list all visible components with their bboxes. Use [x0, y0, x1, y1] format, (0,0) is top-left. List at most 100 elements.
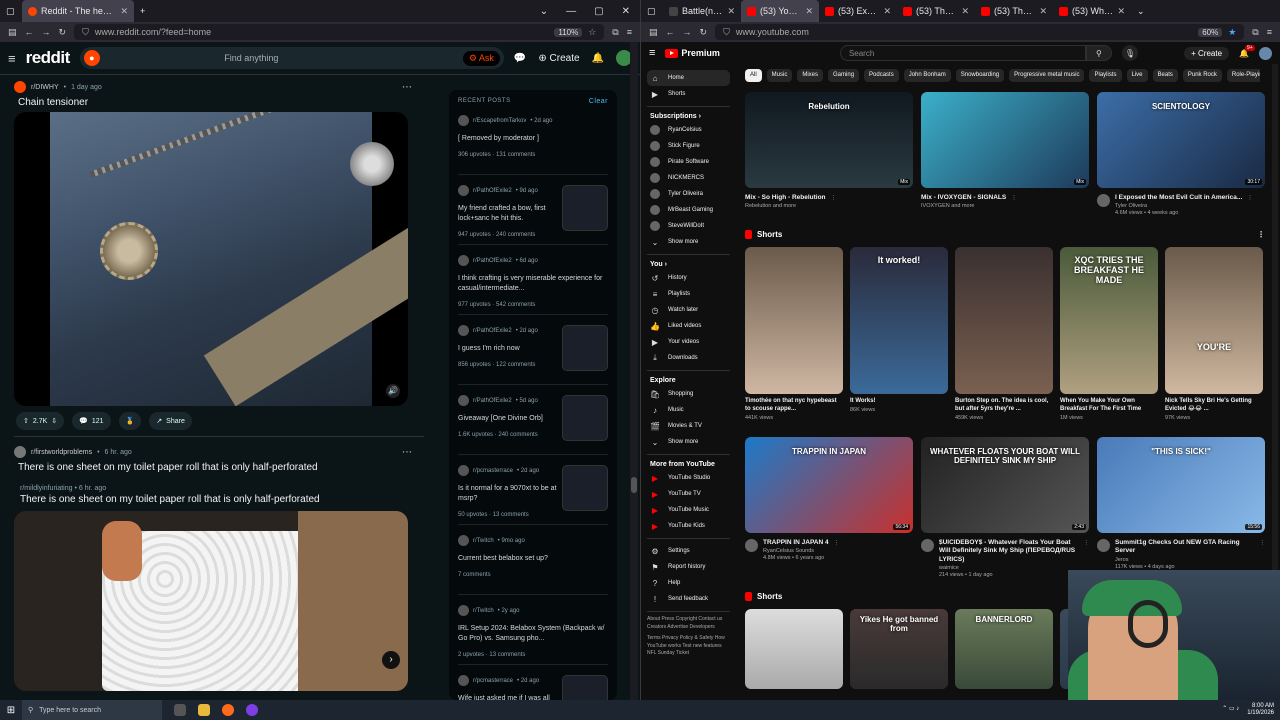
recent-post-thumbnail[interactable] [562, 675, 608, 700]
new-tab-button[interactable]: + [134, 0, 151, 22]
guide-item-history[interactable]: ↺ History [647, 270, 730, 286]
recent-post-item[interactable]: r/PathOfExile2 • 9d ago My friend crafted … [458, 185, 608, 245]
chip-role-playing-game[interactable]: Role-Playing Game [1226, 69, 1260, 82]
left-tab-list-button[interactable]: ▢ [0, 0, 22, 22]
video-card[interactable]: WHATEVER FLOATS YOUR BOAT WILL DEFINITEL… [921, 437, 1089, 578]
guide-item-stevewilldoit[interactable]: SteveWillDoIt [647, 218, 730, 234]
recent-post-title[interactable]: My friend crafted a bow, first lock+sanc… [458, 204, 558, 224]
guide-item-ryancelsius[interactable]: RyanCelsius [647, 122, 730, 138]
back-icon[interactable]: ← [25, 27, 34, 37]
guide-footer-links[interactable]: Terms Privacy Policy & Safety How YouTub… [647, 635, 730, 658]
subreddit-name[interactable]: r/Twitch [473, 538, 494, 544]
recent-post-thumbnail[interactable] [562, 465, 608, 511]
short-title[interactable]: Nick Tells Sky Bri He's Getting Evicted … [1165, 398, 1263, 414]
recent-post-item[interactable]: r/EscapefromTarkov • 2d ago [ Removed by m… [458, 115, 608, 175]
guide-item-shorts[interactable]: ▶ Shorts [647, 86, 730, 102]
next-image-icon[interactable]: › [382, 651, 400, 669]
chat-icon[interactable]: 💬 [514, 53, 526, 64]
share-button[interactable]: ↗ Share [149, 412, 192, 430]
video-card[interactable]: "THIS IS SICK!" 15:56 Summit1g Checks Out … [1097, 437, 1265, 578]
channel-avatar[interactable] [1097, 194, 1110, 207]
video-options-icon[interactable]: ⋮ [1260, 540, 1266, 570]
guide-item-your-videos[interactable]: ▶ Your videos [647, 334, 730, 350]
subreddit-name[interactable]: r/EscapefromTarkov [473, 118, 526, 124]
channel-avatar[interactable] [921, 539, 934, 553]
scrollbar-thumb[interactable] [631, 477, 637, 493]
close-tab-icon[interactable]: ✕ [120, 6, 128, 17]
bookmark-star-icon[interactable]: ★ [1228, 27, 1236, 38]
extensions-icon[interactable]: ⧉ [1252, 27, 1258, 38]
recent-post-thumbnail[interactable] [562, 395, 608, 441]
close-tab-icon[interactable]: ✕ [883, 6, 891, 17]
recent-post-title[interactable]: Giveaway [One Divine Orb] [458, 414, 558, 424]
short-thumbnail[interactable] [745, 609, 843, 690]
minimize-icon[interactable]: — [566, 6, 576, 17]
short-thumbnail[interactable]: XQC TRIES THE BREAKFAST HE MADE [1060, 247, 1158, 395]
guide-item-downloads[interactable]: ⤓ Downloads [647, 350, 730, 366]
guide-item-liked-videos[interactable]: 👍 Liked videos [647, 318, 730, 334]
menu-icon[interactable]: ≡ [1267, 27, 1272, 37]
video-card[interactable]: TRAPPIN IN JAPAN 56:34 TRAPPIN IN JAPAN 4R… [745, 437, 913, 578]
menu-icon[interactable]: ≡ [627, 27, 632, 37]
reload-icon[interactable]: ↻ [59, 27, 67, 38]
guide-item-playlists[interactable]: ≡ Playlists [647, 286, 730, 302]
guide-item-mrbeast-gaming[interactable]: MrBeast Gaming [647, 202, 730, 218]
guide-item-movies-tv[interactable]: 🎬 Movies & TV [647, 418, 730, 434]
notifications-icon[interactable]: 🔔 [592, 53, 604, 64]
volume-icon[interactable]: 🔊 [386, 384, 400, 398]
short-thumbnail[interactable]: It worked! [850, 247, 948, 395]
close-tab-icon[interactable]: ✕ [1117, 6, 1125, 17]
obs-icon[interactable] [246, 704, 258, 716]
feed-post[interactable]: r/firstworldproblems • 6 hr. ago ⋯ There… [14, 445, 424, 691]
chip-live[interactable]: Live [1126, 69, 1148, 82]
subreddit-name[interactable]: r/Twitch [473, 608, 494, 614]
post-image[interactable]: › [14, 511, 408, 691]
tab-dropdown-icon[interactable]: ⌄ [540, 6, 548, 17]
file-explorer-icon[interactable] [198, 704, 210, 716]
task-view-icon[interactable] [174, 704, 186, 716]
video-card[interactable]: Rebelution Mix Mix - So High - Rebelution R… [745, 92, 913, 216]
ask-button[interactable]: ⚙ Ask [462, 50, 500, 66]
sidebar-toggle-icon[interactable]: ▤ [8, 27, 17, 38]
right-tab-list-button[interactable]: ▢ [641, 0, 663, 22]
youtube-tab[interactable]: (53) The World ✕ [897, 0, 975, 22]
chip-mixes[interactable]: Mixes [797, 69, 824, 82]
comments-button[interactable]: 💬 121 [72, 412, 111, 430]
recent-post-title[interactable]: [ Removed by moderator ] [458, 134, 608, 144]
show-more-button[interactable]: ⌄ Show more [647, 234, 730, 250]
close-tab-icon[interactable]: ✕ [1039, 6, 1047, 17]
chip-john-bonham[interactable]: John Bonham [903, 69, 951, 82]
short-thumbnail[interactable]: Yikes He got banned from [850, 609, 948, 690]
recent-post-item[interactable]: r/Twitch • 9mo ago Current best belabox se… [458, 535, 608, 595]
guide-item-watch-later[interactable]: ◷ Watch later [647, 302, 730, 318]
chip-playlists[interactable]: Playlists [1089, 69, 1122, 82]
firefox-icon[interactable] [222, 704, 234, 716]
video-title[interactable]: Mix - So High - Rebelution [745, 194, 826, 202]
post-options-icon[interactable]: ⋯ [402, 82, 412, 93]
guide-item-music[interactable]: ♪ Music [647, 402, 730, 418]
guide-footer-links[interactable]: About Press Copyright Contact us Creator… [647, 616, 730, 631]
guide-item-stick-figure[interactable]: Stick Figure [647, 138, 730, 154]
recent-post-title[interactable]: Is it normal for a 9070xt to be at msrp? [458, 484, 558, 504]
close-tab-icon[interactable]: ✕ [727, 6, 735, 17]
short-card[interactable]: Burton Step on. The idea is cool, but af… [955, 247, 1053, 421]
award-button[interactable]: 🏅 [118, 412, 142, 430]
guide-item-send-feedback[interactable]: ! Send feedback [647, 591, 730, 607]
video-card[interactable]: Mix Mix - IVOXYGEN - SIGNALS IVOXYGEN and … [921, 92, 1089, 216]
tray-icons[interactable]: ⌃ ▭ ♪ [1222, 706, 1239, 713]
channel-name[interactable]: Jeros [1115, 557, 1255, 563]
chip-snowboarding[interactable]: Snowboarding [955, 69, 1005, 82]
guide-menu-icon[interactable]: ≡ [649, 47, 655, 59]
start-button[interactable]: ⊞ [0, 705, 22, 716]
recent-post-title[interactable]: Current best belabox set up? [458, 554, 608, 564]
chip-punk-rock[interactable]: Punk Rock [1182, 69, 1222, 82]
chip-gaming[interactable]: Gaming [828, 69, 860, 82]
short-thumbnail[interactable] [955, 247, 1053, 395]
clear-recent-button[interactable]: Clear [589, 98, 608, 105]
subreddit-name[interactable]: r/PathOfExile2 [473, 398, 512, 404]
recent-post-title[interactable]: IRL Setup 2024: Belabox System (Backpack… [458, 624, 608, 644]
video-thumbnail[interactable]: "THIS IS SICK!" 15:56 [1097, 437, 1265, 534]
zoom-indicator[interactable]: 60% [1198, 27, 1223, 37]
youtube-tab[interactable]: Battle(non)sense✕ [663, 0, 741, 22]
create-button[interactable]: ⊕ Create [538, 53, 579, 64]
